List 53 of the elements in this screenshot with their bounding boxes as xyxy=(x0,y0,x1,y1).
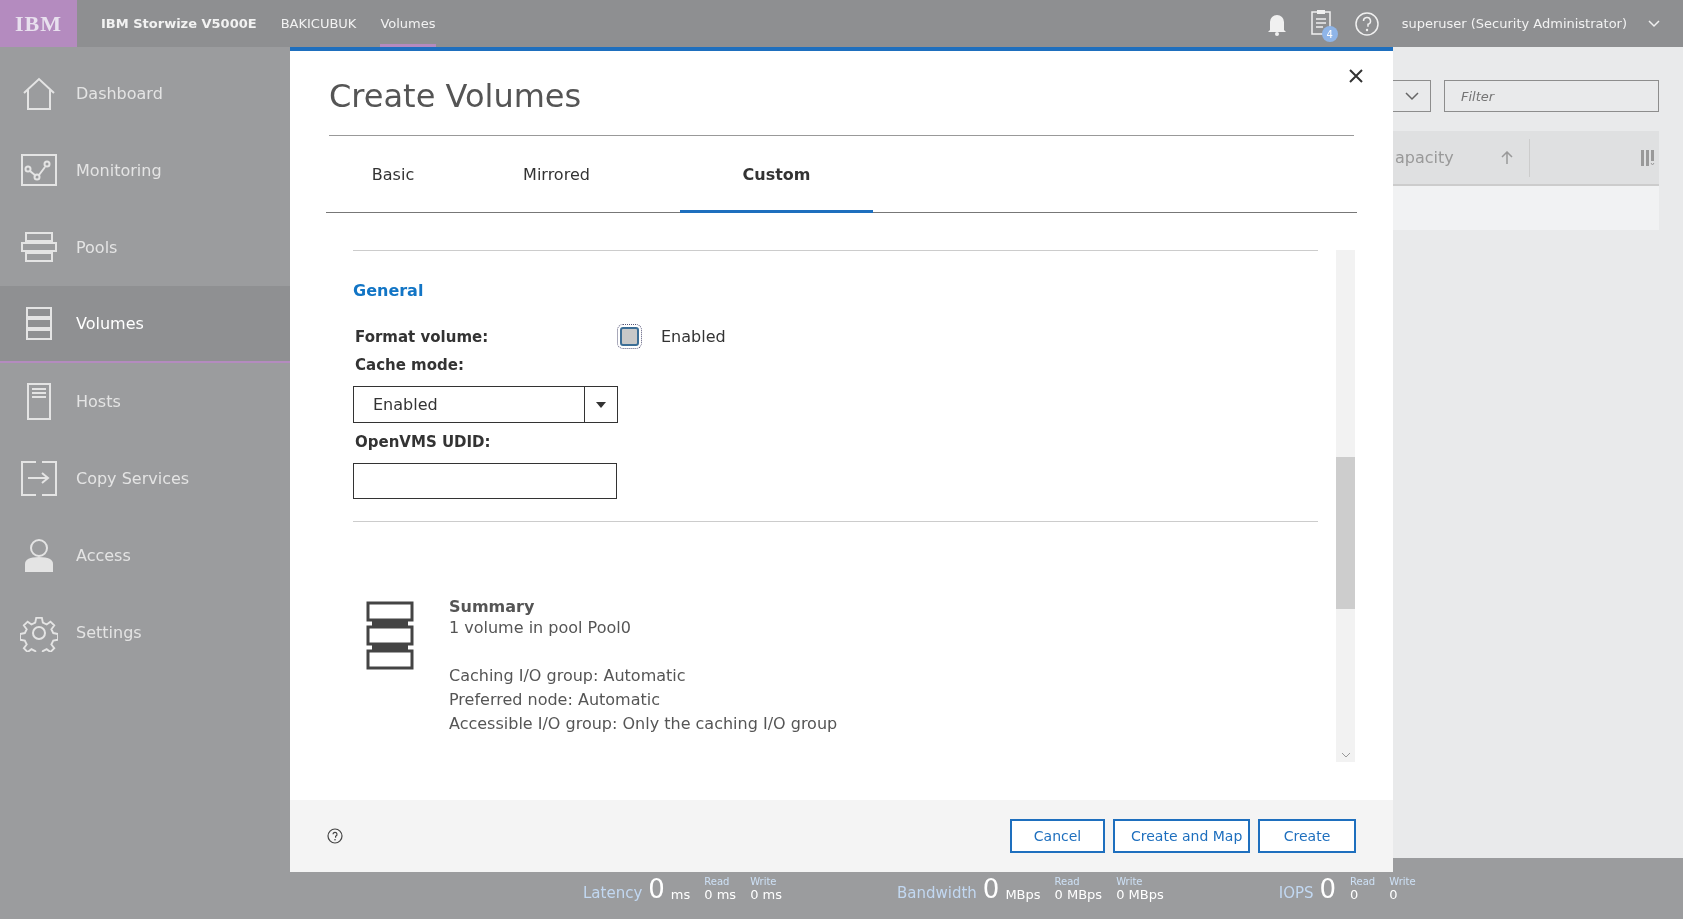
tab[interactable]: Mirrored xyxy=(460,136,653,213)
section-title: General xyxy=(353,281,425,302)
metric-label: IOPS xyxy=(1278,883,1314,902)
metric-label: Write xyxy=(1389,875,1416,887)
metric-label: Read xyxy=(1054,875,1081,887)
tab[interactable]: Basic xyxy=(326,136,460,213)
sidebar-item[interactable]: Monitoring xyxy=(0,132,290,209)
sidebar-item[interactable]: Copy Services xyxy=(0,440,290,517)
field-label: OpenVMS UDID: xyxy=(355,433,492,451)
summary-title: Summary xyxy=(449,597,536,616)
sidebar-item[interactable]: Pools xyxy=(0,209,290,286)
metric-unit: ms xyxy=(670,886,691,902)
metric-value: 0 MBps xyxy=(1116,886,1164,902)
dialog-button[interactable]: Create and Map xyxy=(1113,819,1250,853)
breadcrumb-link[interactable]: BAKICUBUK xyxy=(280,16,357,31)
dialog-button[interactable]: Create xyxy=(1258,819,1356,853)
metric-value: 0 xyxy=(1350,886,1360,902)
metric-unit: MBps xyxy=(1005,886,1041,902)
sidebar-item[interactable]: Access xyxy=(0,517,290,594)
metric-value: 0 xyxy=(982,875,1000,902)
metric-value: 0 xyxy=(1319,875,1337,902)
sidebar-item[interactable]: Dashboard xyxy=(0,55,290,132)
select-field[interactable]: Enabled xyxy=(353,386,618,423)
metric-value: 0 ms xyxy=(750,886,782,902)
metric-label: Read xyxy=(1350,875,1376,887)
dialog-title: Create Volumes xyxy=(329,51,1354,136)
user-menu[interactable]: superuser (Security Administrator) xyxy=(1401,16,1627,31)
product-name: IBM Storwize V5000E xyxy=(101,16,257,31)
sidebar-item[interactable]: Hosts xyxy=(0,363,290,440)
metric-value: 0 xyxy=(648,875,665,902)
metric-value: 0 MBps xyxy=(1054,886,1103,902)
tab[interactable]: Custom xyxy=(680,136,873,213)
ibm-logo[interactable]: IBM xyxy=(0,0,77,47)
checkbox-label: Enabled xyxy=(661,327,726,346)
dialog-button[interactable]: Cancel xyxy=(1010,819,1105,853)
metric-value: 0 xyxy=(1389,886,1399,902)
field-label: Format volume: xyxy=(355,327,490,346)
sidebar-item[interactable]: Settings xyxy=(0,594,290,671)
notification-badge: 4 xyxy=(1321,26,1338,42)
sidebar-item[interactable]: Volumes xyxy=(0,286,290,363)
summary-text: Caching I/O group: Automatic xyxy=(449,665,687,687)
metric-label: Write xyxy=(750,875,778,887)
metric-label: Bandwidth xyxy=(896,883,977,902)
metric-value: 0 ms xyxy=(704,886,737,902)
field-label: Cache mode: xyxy=(355,356,465,374)
metric-label: Latency xyxy=(583,883,643,902)
filter-field[interactable]: Filter xyxy=(1444,80,1659,112)
column-label: apacity xyxy=(1395,148,1454,167)
summary-text: Preferred node: Automatic xyxy=(449,689,661,711)
metric-label: Read xyxy=(704,875,731,887)
summary-text: Accessible I/O group: Only the caching I/O group xyxy=(449,713,838,735)
metric-label: Write xyxy=(1116,875,1144,887)
summary-text: 1 volume in pool Pool0 xyxy=(449,617,632,639)
